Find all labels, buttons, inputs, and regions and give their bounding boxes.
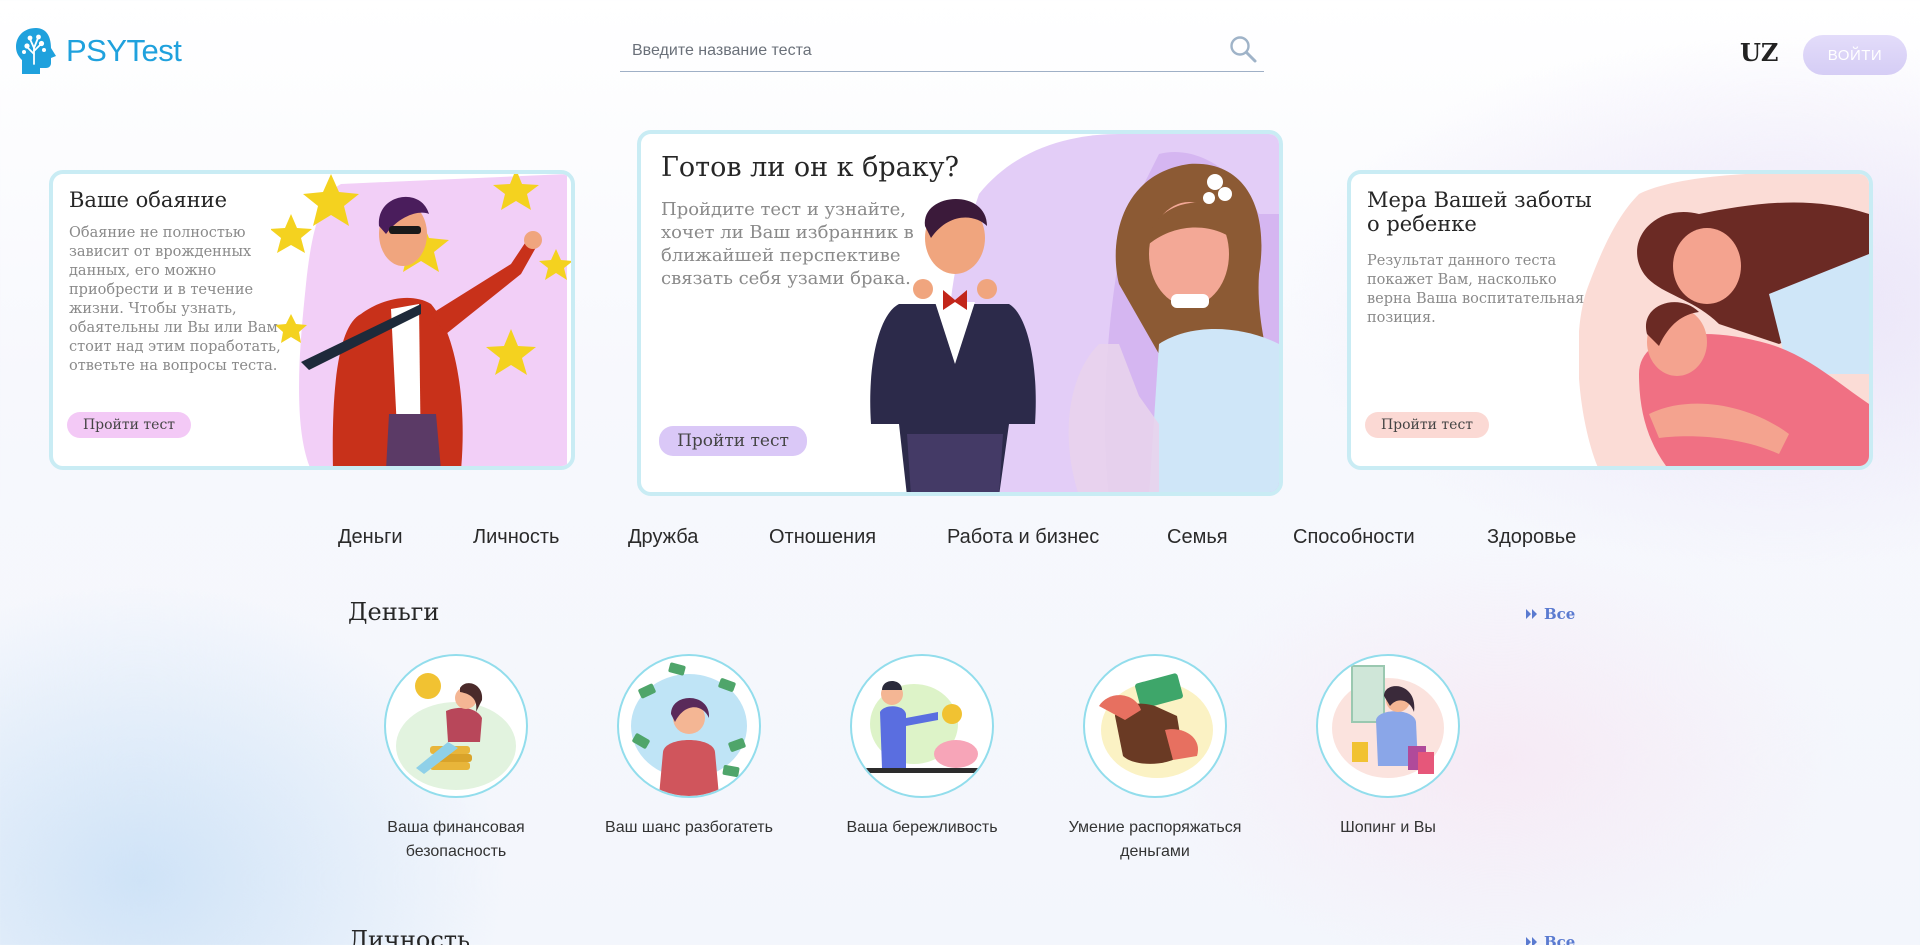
test-thumbnail bbox=[617, 654, 761, 798]
test-thumbnail bbox=[1316, 654, 1460, 798]
double-chevron-right-icon bbox=[1526, 937, 1537, 945]
take-test-button[interactable]: Пройти тест bbox=[659, 426, 807, 456]
take-test-button[interactable]: Пройти тест bbox=[1365, 412, 1489, 438]
card-title: Готов ли он к браку? bbox=[661, 152, 960, 183]
test-item[interactable]: Ваш шанс разбогатеть bbox=[589, 654, 789, 840]
logo-text: PSYTest bbox=[66, 33, 182, 68]
see-all-personality-link[interactable]: Все bbox=[1526, 933, 1575, 945]
search-icon[interactable] bbox=[1228, 34, 1258, 64]
category-money[interactable]: Деньги bbox=[338, 526, 403, 549]
card-description: Обаяние не полностью зависит от врожденн… bbox=[69, 225, 281, 374]
card-description: Результат данного теста покажет Вам, нас… bbox=[1367, 253, 1585, 326]
brain-tree-logo-icon bbox=[16, 28, 56, 74]
login-button[interactable]: ВОЙТИ bbox=[1803, 35, 1907, 75]
test-name: Ваша финансовая безопасность bbox=[387, 819, 525, 860]
logo[interactable]: PSYTest bbox=[14, 26, 182, 76]
test-thumbnail bbox=[1083, 654, 1227, 798]
card-title: Ваше обаяние bbox=[69, 188, 228, 212]
card-description: Пройдите тест и узнайте, хочет ли Ваш из… bbox=[661, 199, 914, 289]
test-item[interactable]: Умение распоряжаться деньгами bbox=[1055, 654, 1255, 864]
test-name: Умение распоряжаться деньгами bbox=[1068, 819, 1242, 860]
test-item[interactable]: Шопинг и Вы bbox=[1288, 654, 1488, 840]
test-thumbnail bbox=[384, 654, 528, 798]
test-card-charm[interactable]: Ваше обаяние Обаяние не полностью зависи… bbox=[49, 170, 575, 470]
test-thumbnail bbox=[850, 654, 994, 798]
money-tests-list: Ваша финансовая безопасность Ваш шанс ра… bbox=[356, 654, 1496, 864]
header: PSYTest UZ ВОЙТИ bbox=[0, 0, 1920, 100]
category-health[interactable]: Здоровье bbox=[1487, 526, 1576, 549]
marriage-illustration bbox=[870, 134, 1279, 492]
language-switch[interactable]: UZ bbox=[1740, 38, 1778, 67]
test-card-marriage[interactable]: Готов ли он к браку? Пройдите тест и узн… bbox=[637, 130, 1283, 496]
search-input[interactable] bbox=[632, 38, 1192, 64]
take-test-button[interactable]: Пройти тест bbox=[67, 412, 191, 438]
category-abilities[interactable]: Способности bbox=[1293, 526, 1415, 549]
category-nav: Деньги Личность Дружба Отношения Работа … bbox=[338, 526, 1598, 550]
category-personality[interactable]: Личность bbox=[473, 526, 559, 549]
see-all-money-link[interactable]: Все bbox=[1526, 605, 1575, 623]
double-chevron-right-icon bbox=[1526, 609, 1537, 619]
card-title: Мера Вашей заботы о ребенке bbox=[1367, 188, 1592, 236]
test-card-childcare[interactable]: Мера Вашей заботы о ребенке Результат да… bbox=[1347, 170, 1873, 470]
test-item[interactable]: Ваша финансовая безопасность bbox=[356, 654, 556, 864]
test-name: Ваш шанс разбогатеть bbox=[605, 819, 773, 836]
charm-illustration bbox=[271, 174, 571, 466]
search-bar bbox=[620, 30, 1264, 72]
see-all-label: Все bbox=[1544, 933, 1576, 945]
category-relationships[interactable]: Отношения bbox=[769, 526, 876, 549]
see-all-label: Все bbox=[1544, 605, 1576, 623]
test-name: Шопинг и Вы bbox=[1340, 819, 1436, 836]
test-item[interactable]: Ваша бережливость bbox=[822, 654, 1022, 840]
category-work-business[interactable]: Работа и бизнес bbox=[947, 526, 1099, 549]
category-friendship[interactable]: Дружба bbox=[628, 526, 698, 549]
test-name: Ваша бережливость bbox=[846, 819, 998, 836]
section-title-personality: Личность bbox=[348, 926, 471, 945]
mother-child-illustration bbox=[1579, 174, 1869, 466]
section-title-money: Деньги bbox=[348, 598, 440, 626]
category-family[interactable]: Семья bbox=[1167, 526, 1228, 549]
